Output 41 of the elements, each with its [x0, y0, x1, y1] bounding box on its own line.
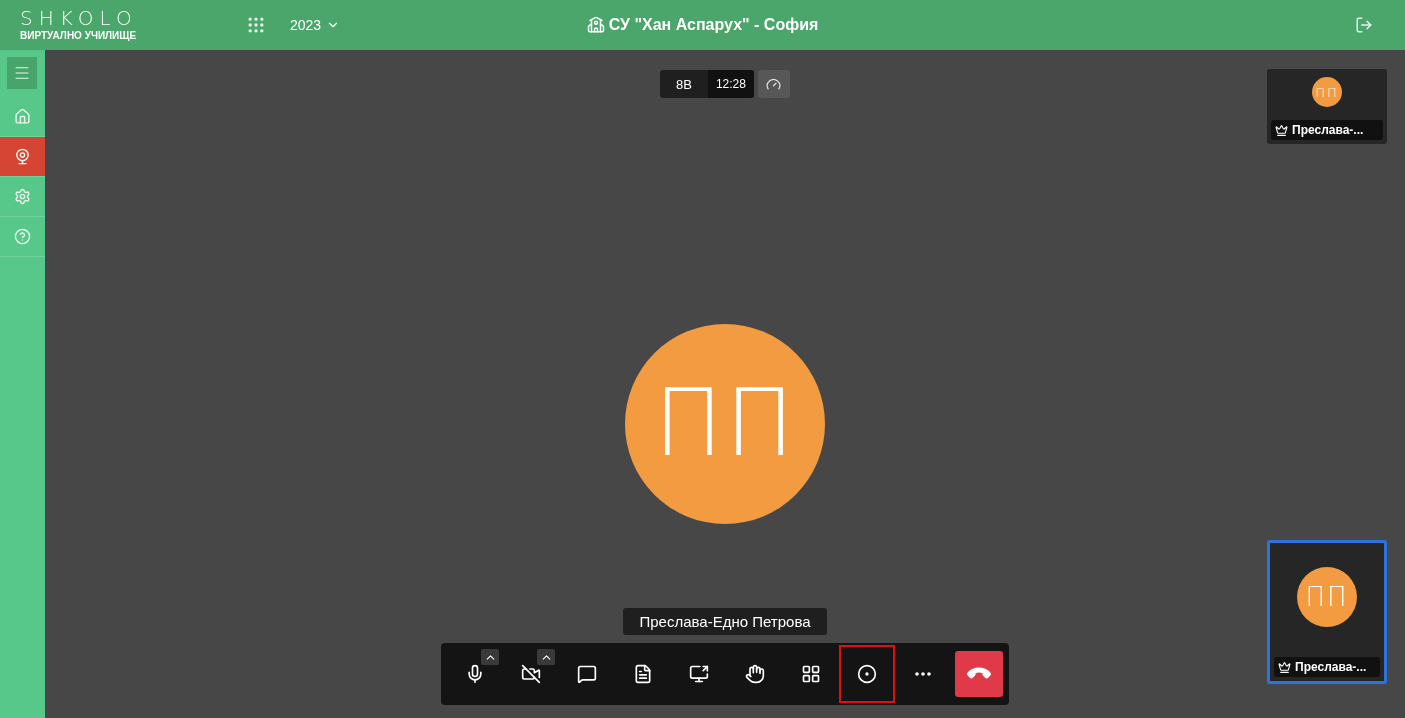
- sidebar-item[interactable]: [0, 137, 45, 177]
- gauge-icon: [766, 76, 782, 92]
- help-icon: [14, 228, 31, 245]
- logout-button[interactable]: [1355, 16, 1373, 34]
- crown-icon: [1275, 123, 1288, 137]
- apps-button[interactable]: [246, 15, 266, 35]
- microphone-icon: [465, 664, 485, 684]
- dots-grid-icon: [246, 15, 266, 35]
- logo-tagline: ВИРТУАЛНО УЧИЛИЩЕ: [20, 30, 138, 42]
- options-caret[interactable]: [481, 649, 499, 665]
- gears-icon: [14, 188, 31, 205]
- participant-tile[interactable]: ПП Преслава-...: [1267, 540, 1387, 684]
- participant-initials: ПП: [1305, 584, 1349, 610]
- screen-share-icon: [689, 664, 709, 684]
- camera-off-icon: [521, 664, 541, 684]
- speaker-name: Преслава-Едно Петрова: [623, 608, 827, 635]
- options-caret[interactable]: [537, 649, 555, 665]
- hang-up-button[interactable]: [955, 651, 1003, 697]
- crown-icon: [1278, 660, 1291, 674]
- grid-icon: [801, 664, 821, 684]
- gauge-button[interactable]: [757, 70, 790, 98]
- hand-icon: [745, 664, 765, 684]
- class-label: 8В: [675, 75, 693, 94]
- record-icon: [857, 664, 877, 684]
- participant-name: Преслава-...: [1295, 660, 1367, 674]
- logo: SHKOLO: [20, 8, 139, 28]
- more-icon: [915, 672, 931, 676]
- school-icon: [586, 16, 605, 34]
- record-button[interactable]: [839, 645, 895, 703]
- participant-name: Преслава-...: [1292, 123, 1364, 137]
- home-icon: [14, 108, 31, 125]
- menu-icon: [13, 64, 31, 82]
- participant-tile[interactable]: ПП Преслава-...: [1267, 69, 1387, 144]
- speaker-initials: ПП: [653, 378, 797, 470]
- chat-bubble-icon: [577, 664, 597, 684]
- meeting-time: 12:28: [707, 70, 754, 98]
- document-icon: [633, 664, 653, 684]
- school-name: СУ "Хан Аспарух" - София: [608, 16, 819, 34]
- webcam-icon: [14, 148, 31, 165]
- logout-icon: [1355, 16, 1373, 34]
- participant-initials: ПП: [1315, 85, 1339, 99]
